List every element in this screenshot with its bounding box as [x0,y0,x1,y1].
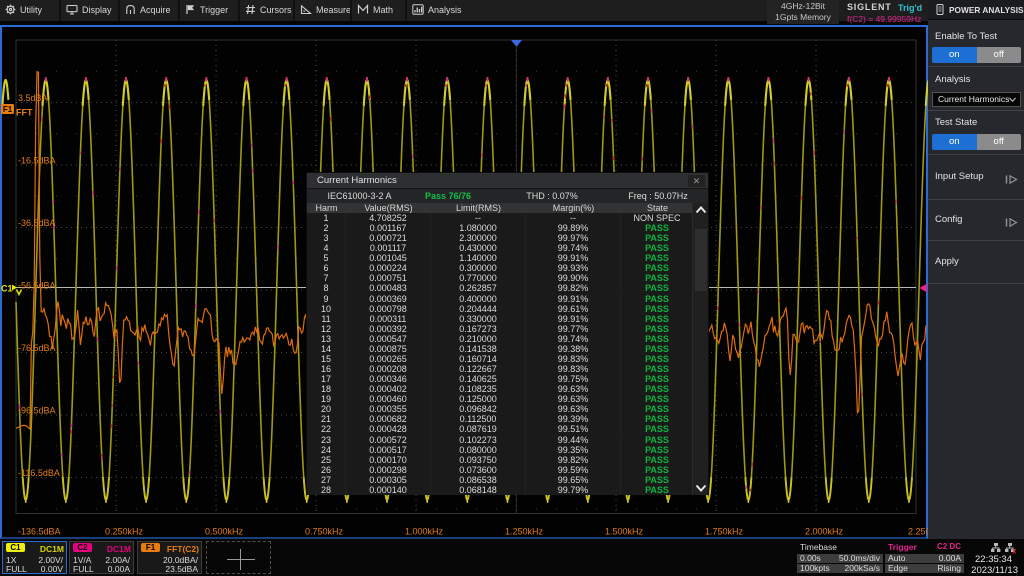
svg-text:0.500kHz: 0.500kHz [205,527,244,537]
svg-text:-76.5dBA: -76.5dBA [18,343,56,353]
svg-text:2.250: 2.250 [908,527,928,537]
svg-text:0.250kHz: 0.250kHz [105,527,144,537]
svg-text:-16.5dBA: -16.5dBA [18,156,56,166]
svg-text:1.000kHz: 1.000kHz [405,527,444,537]
svg-text:3.5dBA: 3.5dBA [18,93,48,103]
svg-text:-96.5dBA: -96.5dBA [18,406,56,416]
svg-text:1.500kHz: 1.500kHz [605,527,644,537]
svg-text:FFT: FFT [16,108,33,118]
svg-text:0.750kHz: 0.750kHz [305,527,344,537]
svg-text:x: x [1012,547,1017,555]
svg-text:-36.5dBA: -36.5dBA [18,218,56,228]
svg-text:-116.5dBA: -116.5dBA [18,468,60,478]
svg-text:-136.5dBA: -136.5dBA [18,527,61,537]
svg-text:F1: F1 [3,105,13,114]
svg-text:1.750kHz: 1.750kHz [705,527,744,537]
svg-text:2.000kHz: 2.000kHz [805,527,844,537]
svg-text:1.250kHz: 1.250kHz [505,527,544,537]
svg-text:-56.5dBA: -56.5dBA [18,281,56,291]
svg-text:C1: C1 [1,284,13,294]
